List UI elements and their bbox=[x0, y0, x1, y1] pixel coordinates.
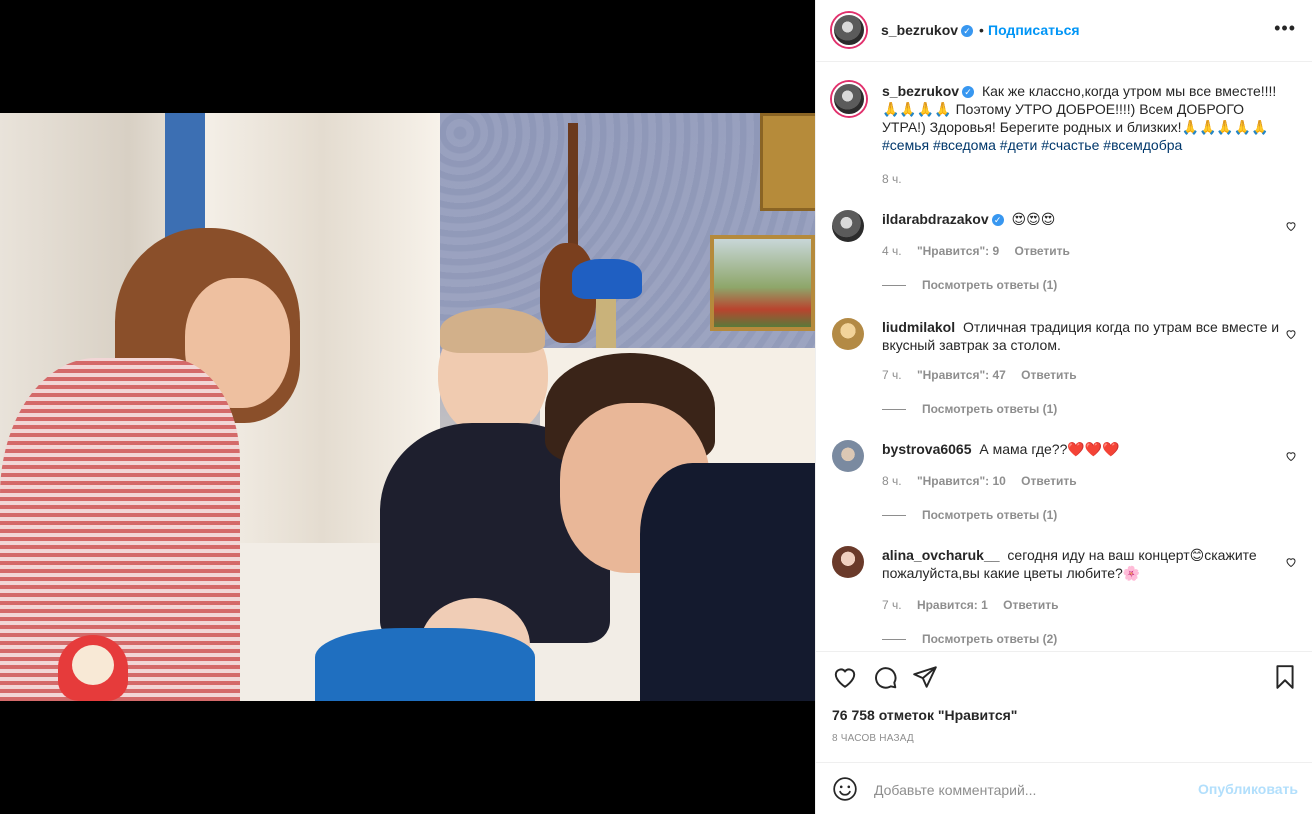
comment-meta: 8 ч. "Нравится": 10 Ответить bbox=[882, 474, 1089, 488]
view-replies-button[interactable]: Посмотреть ответы (1) bbox=[882, 278, 1057, 292]
more-options-icon[interactable]: ••• bbox=[1274, 18, 1296, 38]
verified-badge-icon: ✓ bbox=[991, 214, 1004, 227]
heart-icon[interactable] bbox=[1285, 556, 1297, 568]
post-caption: s_bezrukov ✓ Как же классно,когда утром м… bbox=[832, 82, 1297, 192]
comment-text: ildarabdrazakov ✓ 😍😍😍 bbox=[882, 210, 1282, 228]
comment-text: alina_ovcharuk__ сегодня иду на ваш конц… bbox=[882, 546, 1282, 582]
caption-meta: 8 ч. bbox=[882, 172, 914, 186]
comment-time[interactable]: 7 ч. bbox=[882, 598, 902, 612]
divider-line bbox=[882, 515, 906, 517]
commenter-username[interactable]: bystrova6065 bbox=[882, 441, 972, 457]
comment-meta: 7 ч. Нравится: 1 Ответить bbox=[882, 598, 1071, 612]
painting bbox=[710, 235, 815, 331]
picture-frame bbox=[760, 113, 815, 211]
comment-likes[interactable]: "Нравится": 47 bbox=[917, 368, 1006, 382]
comment-likes[interactable]: "Нравится": 9 bbox=[917, 244, 999, 258]
author-username[interactable]: s_bezrukov ✓ bbox=[881, 22, 974, 38]
comment-body: А мама где??❤️❤️❤️ bbox=[979, 441, 1120, 457]
reply-button[interactable]: Ответить bbox=[1014, 244, 1069, 258]
reply-button[interactable]: Ответить bbox=[1021, 368, 1076, 382]
toy-face bbox=[72, 645, 114, 685]
separator-dot: • bbox=[979, 22, 984, 38]
comment: alina_ovcharuk__ сегодня иду на ваш конц… bbox=[832, 546, 1297, 646]
verified-badge-icon: ✓ bbox=[962, 86, 975, 99]
view-replies-button[interactable]: Посмотреть ответы (1) bbox=[882, 508, 1057, 522]
comment-likes[interactable]: Нравится: 1 bbox=[917, 598, 988, 612]
comment-time[interactable]: 8 ч. bbox=[882, 474, 902, 488]
reply-button[interactable]: Ответить bbox=[1021, 474, 1076, 488]
hashtag[interactable]: #вседома bbox=[933, 137, 996, 153]
comment-time[interactable]: 4 ч. bbox=[882, 244, 902, 258]
author-avatar[interactable] bbox=[832, 13, 866, 47]
commenter-avatar[interactable] bbox=[832, 546, 864, 578]
commenter-username[interactable]: liudmilakol bbox=[882, 319, 955, 335]
smiley-icon[interactable] bbox=[832, 776, 858, 802]
verified-badge-icon: ✓ bbox=[961, 25, 974, 38]
divider-line bbox=[882, 409, 906, 411]
paper-plane-icon[interactable] bbox=[912, 664, 938, 690]
comment-meta: 7 ч. "Нравится": 47 Ответить bbox=[882, 368, 1089, 382]
hashtag[interactable]: #счастье bbox=[1041, 137, 1099, 153]
hashtag[interactable]: #всемдобра bbox=[1103, 137, 1182, 153]
comments-list[interactable]: s_bezrukov ✓ Как же классно,когда утром м… bbox=[816, 62, 1312, 650]
comment-body: 😍😍😍 bbox=[1011, 211, 1056, 227]
comment-likes[interactable]: "Нравится": 10 bbox=[917, 474, 1006, 488]
caption-text: s_bezrukov ✓ Как же классно,когда утром м… bbox=[882, 82, 1282, 154]
comment-meta: 4 ч. "Нравится": 9 Ответить bbox=[882, 244, 1082, 258]
view-replies-button[interactable]: Посмотреть ответы (2) bbox=[882, 632, 1057, 646]
hashtag[interactable]: #дети bbox=[1000, 137, 1038, 153]
baby-body bbox=[315, 628, 535, 701]
lamp bbox=[572, 259, 642, 299]
comment-text: liudmilakol Отличная традиция когда по у… bbox=[882, 318, 1282, 354]
reply-button[interactable]: Ответить bbox=[1003, 598, 1058, 612]
boy-hair bbox=[440, 308, 545, 353]
comment-text: bystrova6065 А мама где??❤️❤️❤️ bbox=[882, 440, 1282, 458]
post-side-panel: s_bezrukov ✓ • Подписаться ••• s_bezrukov… bbox=[815, 0, 1312, 814]
comment: liudmilakol Отличная традиция когда по у… bbox=[832, 318, 1297, 418]
caption-time[interactable]: 8 ч. bbox=[882, 172, 902, 186]
post-actions: 76 758 отметок "Нравится" 8 ЧАСОВ НАЗАД bbox=[816, 651, 1312, 762]
commenter-avatar[interactable] bbox=[832, 440, 864, 472]
man-shirt bbox=[640, 463, 815, 701]
post-timestamp[interactable]: 8 ЧАСОВ НАЗАД bbox=[832, 733, 914, 744]
bookmark-icon[interactable] bbox=[1272, 664, 1298, 690]
heart-icon[interactable] bbox=[1285, 220, 1297, 232]
commenter-username[interactable]: ildarabdrazakov ✓ bbox=[882, 211, 1004, 227]
divider-line bbox=[882, 639, 906, 641]
comment: bystrova6065 А мама где??❤️❤️❤️ 8 ч. "Нр… bbox=[832, 440, 1297, 530]
comment-input[interactable] bbox=[872, 777, 1196, 803]
view-replies-button[interactable]: Посмотреть ответы (1) bbox=[882, 402, 1057, 416]
caption-username[interactable]: s_bezrukov ✓ bbox=[882, 83, 975, 99]
commenter-avatar[interactable] bbox=[832, 318, 864, 350]
hashtag[interactable]: #семья bbox=[882, 137, 929, 153]
post-media[interactable] bbox=[0, 0, 815, 814]
commenter-avatar[interactable] bbox=[832, 210, 864, 242]
heart-icon[interactable] bbox=[832, 664, 858, 690]
follow-button[interactable]: Подписаться bbox=[988, 22, 1080, 38]
publish-button[interactable]: Опубликовать bbox=[1198, 781, 1298, 797]
comment-icon[interactable] bbox=[872, 664, 898, 690]
comment: ildarabdrazakov ✓ 😍😍😍 4 ч. "Нравится": 9 … bbox=[832, 210, 1297, 300]
add-comment-bar: Опубликовать bbox=[816, 762, 1312, 814]
commenter-username[interactable]: alina_ovcharuk__ bbox=[882, 547, 1000, 563]
heart-icon[interactable] bbox=[1285, 450, 1297, 462]
post-header: s_bezrukov ✓ • Подписаться ••• bbox=[816, 0, 1312, 62]
comment-time[interactable]: 7 ч. bbox=[882, 368, 902, 382]
heart-icon[interactable] bbox=[1285, 328, 1297, 340]
post-photo[interactable] bbox=[0, 113, 815, 701]
likes-count[interactable]: 76 758 отметок "Нравится" bbox=[832, 707, 1017, 723]
author-avatar[interactable] bbox=[832, 82, 866, 116]
divider-line bbox=[882, 285, 906, 287]
